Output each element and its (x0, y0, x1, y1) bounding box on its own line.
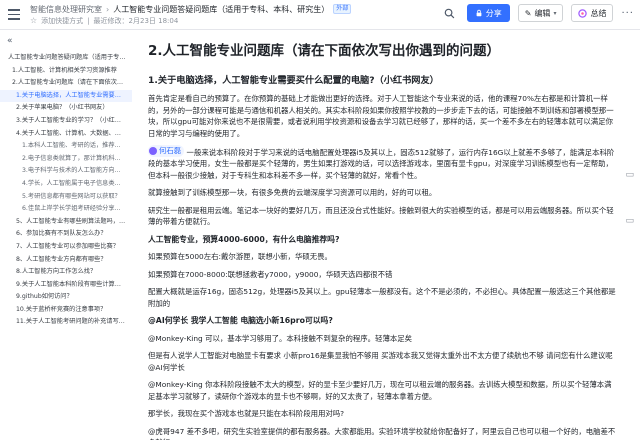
ai-sparkle-icon (578, 8, 588, 18)
outline-item[interactable]: 7、人工智能专业可以参加哪些比赛？ (0, 241, 132, 254)
chevron-down-icon: ▾ (553, 9, 557, 17)
breadcrumb: 智能信息处理研究室 › 人工智能专业问题答疑问题库（适用于专科、本科、研究生） … (30, 3, 352, 26)
comment-icon[interactable]: ▭ (625, 216, 634, 226)
outline-item[interactable]: 6、参加比赛有不到队友怎么办？ (0, 228, 132, 241)
top-bar: 智能信息处理研究室 › 人工智能专业问题答疑问题库（适用于专科、本科、研究生） … (0, 0, 640, 30)
outline-item[interactable]: 2.关于苹果电脑？（小红书网友） (0, 102, 132, 115)
outline-item[interactable]: 5.考研信息都有哪些网站可以获取？ (0, 191, 132, 204)
comment-icon[interactable]: ▭ (625, 170, 634, 180)
mention-name: 何石磊 (159, 146, 182, 155)
question-heading: @AI何学长 我学人工智能 电脑选小新16pro可以吗? (148, 316, 333, 326)
outline-item[interactable]: 1.人工智能、计算机相关学习资源推荐 (0, 65, 132, 78)
breadcrumb-space[interactable]: 智能信息处理研究室 (30, 4, 102, 15)
outline-item[interactable]: 10.关于蓝桥杯竞赛的注意事项？ (0, 304, 132, 317)
search-icon[interactable] (441, 4, 459, 22)
outline-item[interactable]: 9.github如何访问？ (0, 291, 132, 304)
paragraph: 如果预算在7000-8000:联想拯救者y7000，y9000，华硕天选四都很不… (148, 269, 393, 279)
outline-item[interactable]: 3.关于人工智能专业的学习？（小红… (0, 115, 132, 128)
question-heading: 人工智能专业，预算4000-6000，有什么电脑推荐吗? (148, 234, 340, 244)
outline-item[interactable]: 2.电子信息类就算了，那计算机科… (0, 153, 132, 166)
outline-item[interactable]: 11.关于人工智能考研问题的补充请写… (0, 316, 132, 329)
outline-item[interactable]: 9.关于人工智能本科阶段有哪些计算… (0, 279, 132, 292)
external-badge: 外部 (333, 4, 352, 14)
outline-item[interactable]: 1.关于电脑选择，人工智能专业需要… (0, 89, 132, 103)
star-icon[interactable]: ☆ (30, 16, 37, 25)
outline-item[interactable]: 1.本科人工智能、考研的话，推荐… (0, 140, 132, 153)
lock-icon (476, 9, 482, 17)
heading-question: 1.关于电脑选择，人工智能专业需要买什么配置的电脑?（小红书网友） (148, 75, 439, 86)
summary-label: 总结 (590, 8, 607, 18)
outline-item[interactable]: 6.佳鼠上岸学长学姐考研经验分享… (0, 203, 132, 216)
add-shortcut-link[interactable]: 添加快捷方式 (41, 16, 83, 26)
summary-button[interactable]: 总结 (571, 4, 614, 22)
breadcrumb-separator: › (106, 4, 110, 14)
edit-label: 编辑 (534, 8, 551, 18)
more-icon[interactable]: ··· (621, 8, 634, 19)
separator: | (87, 16, 90, 25)
document-title[interactable]: 人工智能专业问题答疑问题库（适用于专科、本科、研究生） (113, 4, 329, 15)
paragraph: 研究生一般都是租用云端。笔记本一块好的要好几万，而且还没台式性能好。接触到很大的… (148, 205, 614, 227)
user-mention[interactable]: 何石磊 (148, 145, 185, 157)
right-toolbar: ▭ ▭ (625, 170, 634, 226)
outline-item[interactable]: 8、人工智能专业方向都有哪些？ (0, 254, 132, 267)
collapse-sidebar-icon[interactable]: « (7, 36, 13, 46)
last-modified: 最近修改：2月23日 18:04 (93, 16, 179, 25)
paragraph: 就算接触到了训练模型那一块，有很多免费的云端深度学习资源可以用的，好的可以租。 (148, 188, 437, 198)
avatar (149, 146, 157, 155)
outline-item[interactable]: 2.人工智能专业问题库（请在下面依次写… (0, 77, 132, 90)
outline-item[interactable]: 3.电子科学与技术的人工智能方向… (0, 165, 132, 178)
menu-icon[interactable] (8, 9, 20, 20)
edit-button[interactable]: ✎ 编辑 ▾ (517, 4, 564, 22)
paragraph: @虎哥947 差不多吧，研究生实验室提供的都有服务器。大家都能用。实验环境学校就… (148, 426, 616, 440)
paragraph: 那学长，我现在买个游戏本也就是只能在本科阶段用用对吗? (148, 409, 345, 419)
share-label: 分享 (485, 8, 502, 18)
paragraph: 如果预算在5000左右:戴尔游匣，联想小新，华硕无畏。 (148, 252, 332, 262)
outline-list: 人工智能专业问题答疑问题库（适用于专… 1.人工智能、计算机相关学习资源推荐 2.人… (0, 52, 132, 329)
paragraph: 首先肯定是看自己的预算了。在你预算的基础上才能做出更好的选择。对于人工智能这个专… (148, 94, 614, 138)
heading-section: 2.人工智能专业问题库（请在下面依次写出你遇到的问题） (148, 43, 501, 59)
paragraph: @Monkey-King 你本科阶段接触不太大的模型，好的显卡至少要好几万，现在… (148, 380, 612, 401)
outline-item[interactable]: 8.人工智能方向工作怎么找？ (0, 266, 132, 279)
outline-item[interactable]: 人工智能专业问题答疑问题库（适用于专… (0, 52, 132, 65)
paragraph: 配置大概就是运存16g，固态512g，处理器i5及其以上。gpu轻薄本一般都没有… (148, 287, 616, 308)
share-button[interactable]: 分享 (466, 4, 510, 22)
paragraph: 但是有人说学人工智能对电脑显卡有要求 小新pro16是集显我怕不够用 买游戏本我… (148, 351, 613, 372)
outline-item[interactable]: 5、人工智能专业有哪些刷算法题吗，如… (0, 216, 132, 229)
paragraph: 何石磊 一般来说本科阶段对于学习来说的话电脑配置处理器i5及其以上，固态512就… (148, 145, 618, 181)
outline-item[interactable]: 4.关于人工智能、计算机、大数据、… (0, 128, 132, 141)
paragraph: @Monkey-King 可以，基本学习够用了。本科接触不到复杂的程序。轻薄本足… (148, 333, 413, 343)
document-body: 2.人工智能专业问题库（请在下面依次写出你遇到的问题） 1.关于电脑选择，人工智… (148, 30, 618, 440)
outline-sidebar: « 人工智能专业问题答疑问题库（适用于专… 1.人工智能、计算机相关学习资源推荐 2… (0, 30, 132, 440)
outline-item[interactable]: 4.学长，人工智能属于电子信息类… (0, 178, 132, 191)
paragraph-text: 一般来说本科阶段对于学习来说的话电脑配置处理器i5及其以上，固态512就够了，运… (148, 147, 615, 180)
pencil-icon: ✎ (524, 8, 532, 18)
